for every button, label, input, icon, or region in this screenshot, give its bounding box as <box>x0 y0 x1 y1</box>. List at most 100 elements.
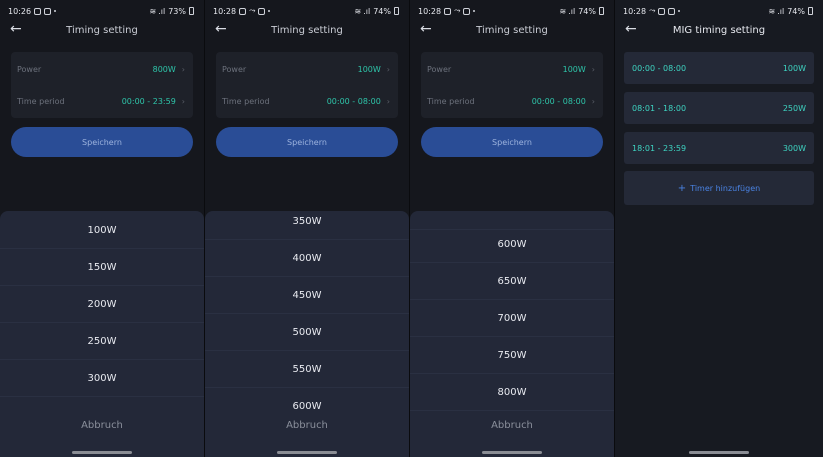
power-row[interactable]: Power 800W › <box>17 53 185 85</box>
header: ← Timing setting <box>0 20 204 40</box>
power-option[interactable]: 200W <box>0 286 204 323</box>
status-time: 10:28 <box>623 6 647 16</box>
power-value: 800W <box>152 64 176 74</box>
page-title: Timing setting <box>476 24 548 36</box>
chevron-right-icon: › <box>181 96 185 106</box>
timer-period: 18:01 - 23:59 <box>632 143 687 153</box>
back-arrow-icon[interactable]: ← <box>625 22 637 36</box>
page-title: MIG timing setting <box>672 24 766 36</box>
link-icon: ⤳ <box>249 6 256 15</box>
gallery-icon <box>668 7 676 15</box>
header: ← Timing setting <box>410 20 614 40</box>
timing-screen-2: 10:28 ⤳ ≋ .ıl 74% ← Timing setting Power 100… <box>205 0 410 457</box>
signal-icon: .ıl <box>568 6 576 16</box>
cancel-button[interactable]: Abbruch <box>0 420 204 438</box>
power-option[interactable]: 700W <box>410 300 614 337</box>
cancel-button[interactable]: Abbruch <box>410 420 614 438</box>
header: ← MIG timing setting <box>615 20 823 40</box>
time-period-row[interactable]: Time period 00:00 - 23:59 › <box>17 85 185 117</box>
home-indicator <box>482 451 542 454</box>
power-value: 100W <box>357 64 381 74</box>
dot-icon <box>54 10 57 12</box>
wifi-icon: ≋ <box>768 6 776 16</box>
back-arrow-icon[interactable]: ← <box>420 22 432 36</box>
power-option[interactable]: 800W <box>410 374 614 411</box>
signal-icon: .ıl <box>158 6 166 16</box>
power-option[interactable]: 500W <box>205 314 409 351</box>
save-button[interactable]: Speichern <box>421 127 603 157</box>
wifi-icon: ≋ <box>559 6 567 16</box>
app-icon <box>258 7 266 15</box>
page-title: Timing setting <box>66 24 138 36</box>
time-period-label: Time period <box>427 96 475 106</box>
chevron-right-icon: › <box>591 64 595 74</box>
power-label: Power <box>17 64 42 74</box>
save-button[interactable]: Speichern <box>11 127 193 157</box>
power-option[interactable]: 150W <box>0 249 204 286</box>
power-option[interactable]: 350W <box>205 203 409 240</box>
plus-icon: + <box>677 182 687 194</box>
app-icon <box>463 7 471 15</box>
back-arrow-icon[interactable]: ← <box>10 22 22 36</box>
status-time: 10:28 <box>418 6 442 16</box>
power-option[interactable]: 300W <box>0 360 204 397</box>
power-option[interactable]: 600W <box>410 226 614 263</box>
status-battery: 74% <box>578 6 596 16</box>
timer-power: 250W <box>782 103 806 113</box>
power-option[interactable]: 250W <box>0 323 204 360</box>
power-option[interactable]: 400W <box>205 240 409 277</box>
power-picker-sheet: 100W 150W 200W 250W 300W Abbruch <box>0 211 204 457</box>
power-row[interactable]: Power 100W › <box>427 53 595 85</box>
power-option[interactable]: 450W <box>205 277 409 314</box>
settings-card: Power 100W › Time period 00:00 - 08:00 › <box>421 52 603 118</box>
power-row[interactable]: Power 100W › <box>222 53 390 85</box>
power-label: Power <box>427 64 452 74</box>
status-bar: 10:28 ⤳ ≋ .ıl 74% <box>213 5 399 17</box>
cancel-button[interactable]: Abbruch <box>205 420 409 438</box>
screenshot-row: 10:26 ≋ .ıl 73% ← Timing setting Power 800W… <box>0 0 823 457</box>
status-bar: 10:26 ≋ .ıl 73% <box>8 5 194 17</box>
time-period-label: Time period <box>17 96 65 106</box>
status-time: 10:26 <box>8 6 32 16</box>
wifi-icon: ≋ <box>149 6 157 16</box>
power-option[interactable]: 650W <box>410 263 614 300</box>
battery-icon <box>189 7 194 15</box>
dot-icon <box>473 10 476 12</box>
time-period-value: 00:00 - 08:00 <box>531 96 586 106</box>
chevron-right-icon: › <box>386 96 390 106</box>
time-period-row[interactable]: Time period 00:00 - 08:00 › <box>427 85 595 117</box>
power-option[interactable]: 750W <box>410 337 614 374</box>
add-timer-button[interactable]: + Timer hinzufügen <box>624 171 814 205</box>
time-period-value: 00:00 - 23:59 <box>121 96 176 106</box>
save-button[interactable]: Speichern <box>216 127 398 157</box>
signal-icon: .ıl <box>363 6 371 16</box>
timer-power: 100W <box>782 63 806 73</box>
app-icon <box>44 7 52 15</box>
home-indicator <box>277 451 337 454</box>
timer-item[interactable]: 08:01 - 18:00 250W <box>624 92 814 124</box>
status-time: 10:28 <box>213 6 237 16</box>
status-battery: 74% <box>787 6 805 16</box>
gallery-icon <box>239 7 247 15</box>
power-label: Power <box>222 64 247 74</box>
time-period-label: Time period <box>222 96 270 106</box>
timer-item[interactable]: 18:01 - 23:59 300W <box>624 132 814 164</box>
gallery-icon <box>444 7 452 15</box>
back-arrow-icon[interactable]: ← <box>215 22 227 36</box>
notification-icon <box>34 7 42 15</box>
power-option[interactable]: 550W <box>205 351 409 388</box>
timing-screen-3: 10:28 ⤳ ≋ .ıl 74% ← Timing setting Power 100… <box>410 0 615 457</box>
timer-item[interactable]: 00:00 - 08:00 100W <box>624 52 814 84</box>
dot-icon <box>268 10 271 12</box>
chevron-right-icon: › <box>591 96 595 106</box>
mig-timing-screen: 10:28 ⤳ ≋ .ıl 74% ← MIG timing setting 00:0… <box>615 0 823 457</box>
status-bar: 10:28 ⤳ ≋ .ıl 74% <box>623 5 813 17</box>
page-title: Timing setting <box>271 24 343 36</box>
power-option[interactable]: 100W <box>0 212 204 249</box>
power-value: 100W <box>562 64 586 74</box>
battery-icon <box>808 7 813 15</box>
timer-period: 00:00 - 08:00 <box>632 63 687 73</box>
picker-spacer <box>410 193 614 230</box>
wifi-icon: ≋ <box>354 6 362 16</box>
time-period-row[interactable]: Time period 00:00 - 08:00 › <box>222 85 390 117</box>
